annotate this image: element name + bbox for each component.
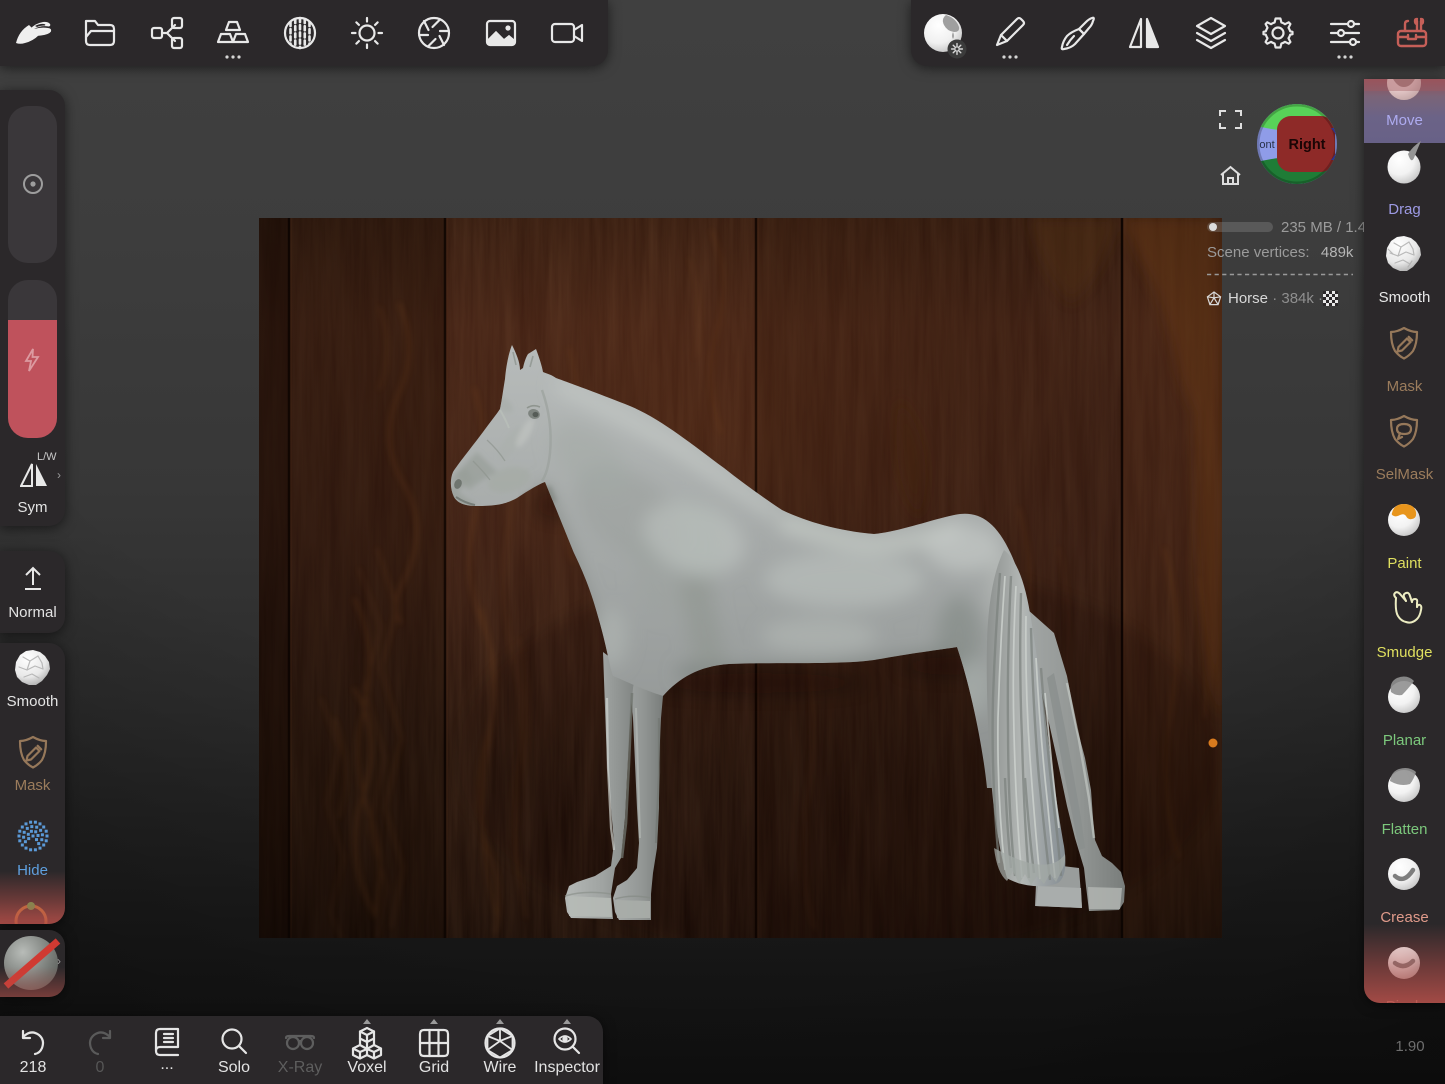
svg-text:ont: ont xyxy=(1259,139,1274,151)
svg-text:Right: Right xyxy=(1288,137,1325,153)
